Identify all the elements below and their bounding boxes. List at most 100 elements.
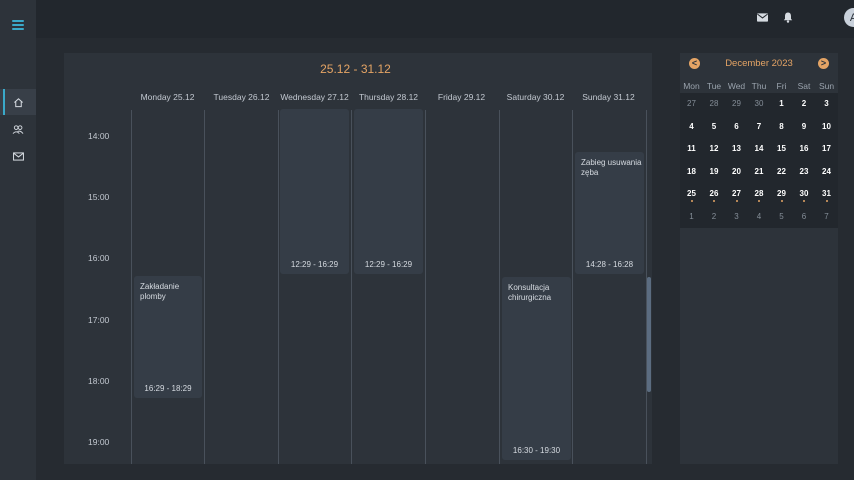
calendar-day[interactable]: 12 bbox=[703, 138, 725, 160]
nav-item-messages[interactable] bbox=[0, 143, 36, 169]
calendar-day[interactable]: 4 bbox=[748, 206, 770, 228]
day-header-friday: Friday 29.12 bbox=[437, 92, 486, 102]
calendar-day[interactable]: 5 bbox=[771, 206, 793, 228]
month-header: December 2023 < > bbox=[680, 53, 838, 75]
event-time: 16:29 - 18:29 bbox=[144, 384, 192, 393]
nav-item-home[interactable] bbox=[0, 89, 36, 115]
calendar-day[interactable]: 2 bbox=[703, 206, 725, 228]
time-label: 16:00 bbox=[88, 253, 110, 263]
calendar-day[interactable]: 29 bbox=[771, 183, 793, 205]
time-label: 19:00 bbox=[88, 437, 110, 447]
calendar-day[interactable]: 4 bbox=[681, 116, 703, 138]
weekday-label: Thu bbox=[751, 81, 767, 91]
calendar-day[interactable]: 29 bbox=[726, 93, 748, 115]
day-header-wednesday: Wednesday 27.12 bbox=[280, 92, 349, 102]
calendar-event[interactable]: Zabieg usuwania zęba 14:28 - 16:28 bbox=[575, 152, 644, 274]
column-divider bbox=[425, 110, 426, 464]
time-label: 14:00 bbox=[88, 131, 110, 141]
calendar-event[interactable]: Zakładanie plomby 16:29 - 18:29 bbox=[134, 276, 202, 398]
calendar-day[interactable]: 8 bbox=[771, 116, 793, 138]
sidebar bbox=[0, 0, 36, 480]
day-header-tuesday: Tuesday 26.12 bbox=[213, 92, 270, 102]
calendar-day[interactable]: 30 bbox=[793, 183, 815, 205]
event-time: 12:29 - 16:29 bbox=[290, 260, 339, 269]
calendar-day[interactable]: 23 bbox=[793, 161, 815, 183]
column-divider bbox=[572, 110, 573, 464]
calendar-day[interactable]: 13 bbox=[726, 138, 748, 160]
calendar-day[interactable]: 17 bbox=[816, 138, 838, 160]
bell-icon[interactable] bbox=[783, 12, 793, 23]
time-label: 18:00 bbox=[88, 376, 110, 386]
event-dot-icon bbox=[825, 200, 828, 202]
column-divider bbox=[204, 110, 205, 464]
calendar-day[interactable]: 14 bbox=[748, 138, 770, 160]
calendar-day[interactable]: 26 bbox=[703, 183, 725, 205]
hamburger-icon[interactable] bbox=[12, 20, 24, 30]
weekday-label: Sun bbox=[818, 81, 835, 91]
calendar-day[interactable]: 6 bbox=[793, 206, 815, 228]
event-dot-icon bbox=[758, 200, 760, 202]
weekday-label: Fri bbox=[776, 81, 787, 91]
calendar-day[interactable]: 1 bbox=[771, 93, 793, 115]
event-dot-icon bbox=[713, 200, 715, 202]
calendar-day[interactable]: 24 bbox=[816, 161, 838, 183]
calendar-day[interactable]: 9 bbox=[793, 116, 815, 138]
calendar-event[interactable]: 12:29 - 16:29 bbox=[354, 109, 423, 274]
time-label: 15:00 bbox=[88, 192, 110, 202]
event-dot-icon bbox=[690, 200, 693, 202]
day-header-monday: Monday 25.12 bbox=[140, 92, 195, 102]
calendar-day[interactable]: 27 bbox=[726, 183, 748, 205]
weekday-label: Sat bbox=[797, 81, 811, 91]
column-divider bbox=[278, 110, 279, 464]
calendar-day[interactable]: 6 bbox=[726, 116, 748, 138]
calendar-day[interactable]: 5 bbox=[703, 116, 725, 138]
calendar-day[interactable]: 7 bbox=[748, 116, 770, 138]
calendar-day[interactable]: 30 bbox=[748, 93, 770, 115]
calendar-day[interactable]: 15 bbox=[771, 138, 793, 160]
calendar-event[interactable]: Konsultacja chirurgiczna 16:30 - 19:30 bbox=[502, 277, 571, 460]
calendar-day[interactable]: 19 bbox=[703, 161, 725, 183]
calendar-day[interactable]: 18 bbox=[681, 161, 703, 183]
users-icon bbox=[12, 124, 24, 134]
nav-item-users[interactable] bbox=[0, 116, 36, 142]
top-bar: A bbox=[36, 0, 854, 38]
event-time: 12:29 - 16:29 bbox=[364, 260, 413, 269]
day-header-sunday: Sunday 31.12 bbox=[582, 92, 635, 102]
column-divider bbox=[499, 110, 500, 464]
calendar-day[interactable]: 1 bbox=[681, 206, 703, 228]
next-month-button[interactable]: > bbox=[818, 58, 829, 69]
calendar-day[interactable]: 21 bbox=[748, 161, 770, 183]
time-label: 17:00 bbox=[88, 315, 110, 325]
column-divider bbox=[131, 110, 132, 464]
prev-month-button[interactable]: < bbox=[689, 58, 700, 69]
event-title: Zabieg usuwania zęba bbox=[581, 158, 642, 177]
event-dot-icon bbox=[780, 200, 783, 202]
calendar-day[interactable]: 2 bbox=[793, 93, 815, 115]
month-calendar: December 2023 < > Mon Tue Wed Thu Fri Sat Sun … bbox=[680, 53, 838, 464]
event-title: Zakładanie plomby bbox=[140, 282, 180, 301]
calendar-day[interactable]: 7 bbox=[816, 206, 838, 228]
calendar-day[interactable]: 10 bbox=[816, 116, 838, 138]
week-calendar: 25.12 - 31.12 Monday 25.12 Tuesday 26.12… bbox=[64, 53, 652, 464]
weekday-label: Mon bbox=[683, 81, 700, 91]
calendar-day[interactable]: 28 bbox=[748, 183, 770, 205]
mail-icon[interactable] bbox=[757, 13, 768, 22]
day-header-thursday: Thursday 28.12 bbox=[358, 92, 419, 102]
calendar-day[interactable]: 25 bbox=[681, 183, 703, 205]
calendar-day[interactable]: 22 bbox=[771, 161, 793, 183]
avatar[interactable]: A bbox=[844, 8, 854, 27]
event-dot-icon bbox=[803, 200, 805, 202]
calendar-day[interactable]: 11 bbox=[681, 138, 703, 160]
calendar-day[interactable]: 28 bbox=[703, 93, 725, 115]
calendar-day[interactable]: 3 bbox=[816, 93, 838, 115]
calendar-day[interactable]: 31 bbox=[816, 183, 838, 205]
calendar-day[interactable]: 27 bbox=[681, 93, 703, 115]
weekday-label: Wed bbox=[727, 81, 746, 91]
calendar-day[interactable]: 3 bbox=[726, 206, 748, 228]
scrollbar-thumb[interactable] bbox=[647, 277, 651, 392]
home-icon bbox=[13, 97, 23, 107]
weekday-label: Tue bbox=[706, 81, 722, 91]
calendar-day[interactable]: 20 bbox=[726, 161, 748, 183]
calendar-day[interactable]: 16 bbox=[793, 138, 815, 160]
calendar-event[interactable]: 12:29 - 16:29 bbox=[280, 109, 349, 274]
